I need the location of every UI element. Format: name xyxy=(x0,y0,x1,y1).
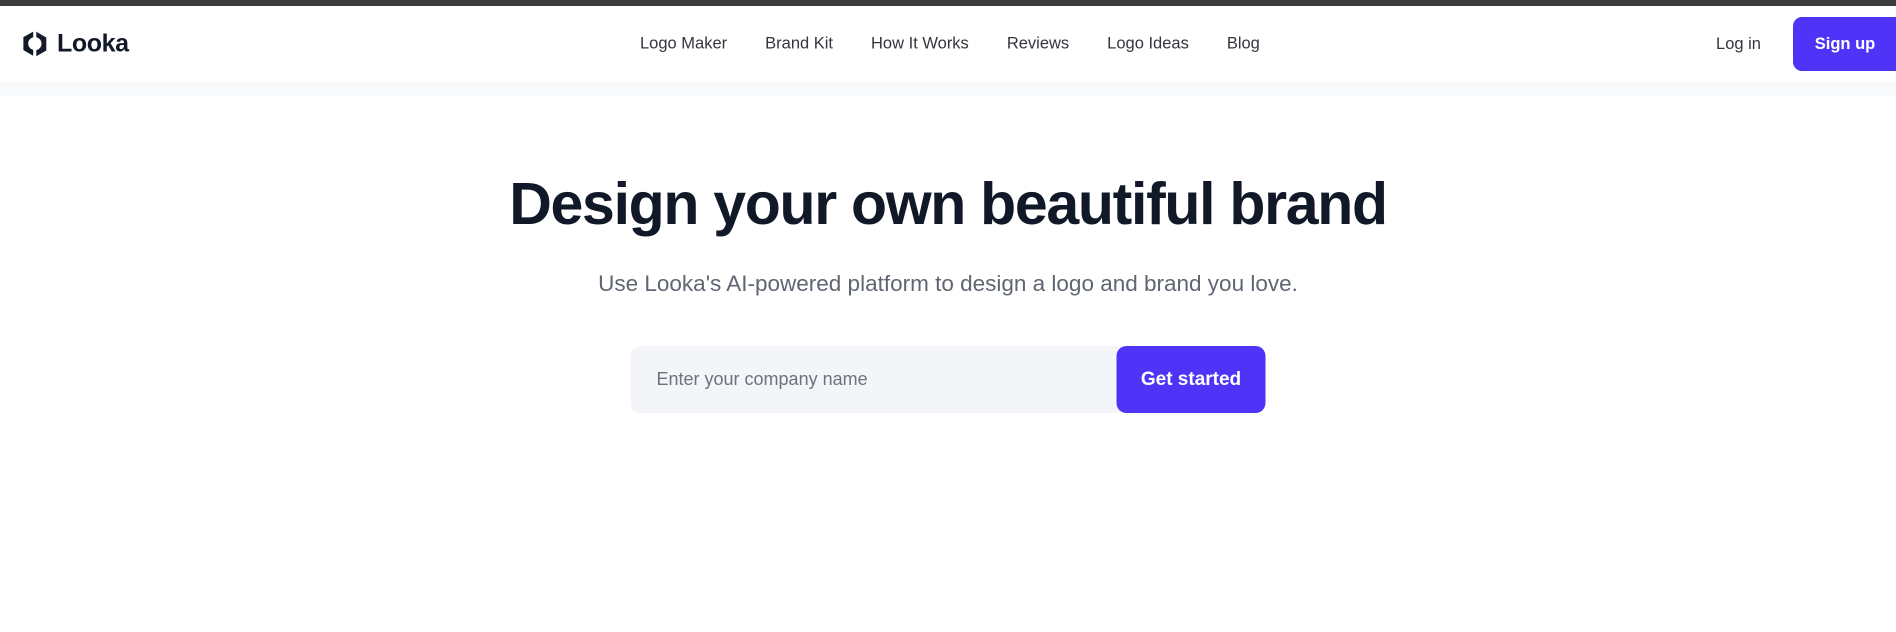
page-root: Looka Logo Maker Brand Kit How It Works … xyxy=(0,0,1896,632)
nav-item-blog[interactable]: Blog xyxy=(1227,35,1260,54)
nav-item-logo-maker[interactable]: Logo Maker xyxy=(640,35,727,54)
nav-item-logo-ideas[interactable]: Logo Ideas xyxy=(1107,35,1189,54)
company-name-input[interactable] xyxy=(630,346,1127,413)
hero-section: Design your own beautiful brand Use Look… xyxy=(0,96,1896,632)
login-link[interactable]: Log in xyxy=(1716,35,1761,54)
company-name-form: Get started xyxy=(630,346,1266,413)
primary-nav: Logo Maker Brand Kit How It Works Review… xyxy=(640,35,1260,54)
nav-item-how-it-works[interactable]: How It Works xyxy=(871,35,969,54)
hero-subtitle: Use Looka's AI-powered platform to desig… xyxy=(598,271,1298,296)
header-actions: Log in Sign up xyxy=(1716,17,1896,71)
nav-item-brand-kit[interactable]: Brand Kit xyxy=(765,35,833,54)
looka-logomark-icon xyxy=(23,31,47,57)
page-title: Design your own beautiful brand xyxy=(509,171,1388,237)
nav-item-reviews[interactable]: Reviews xyxy=(1007,35,1069,54)
brand-name: Looka xyxy=(57,29,129,58)
brand-logo-link[interactable]: Looka xyxy=(22,31,129,58)
signup-button[interactable]: Sign up xyxy=(1793,17,1896,71)
header-bottom-band xyxy=(0,82,1896,96)
get-started-button[interactable]: Get started xyxy=(1116,346,1266,413)
site-header: Looka Logo Maker Brand Kit How It Works … xyxy=(0,6,1896,82)
